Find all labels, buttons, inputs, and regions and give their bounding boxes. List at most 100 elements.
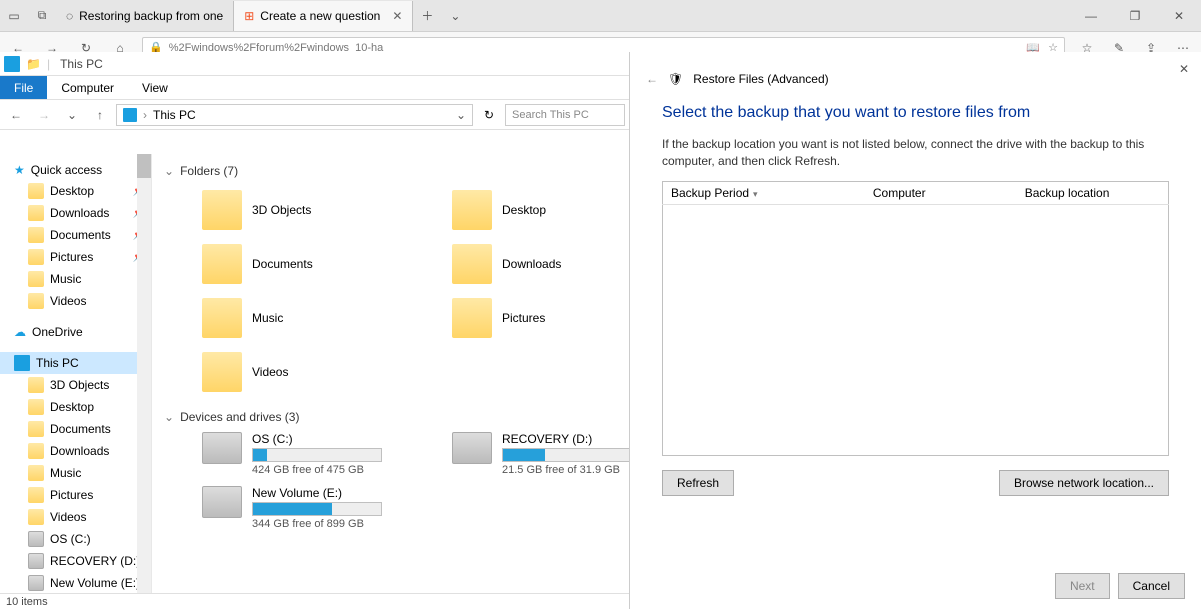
tab-preview-icon[interactable]: ▭ (0, 2, 28, 30)
folder-icon (28, 249, 44, 265)
folder-icon (28, 487, 44, 503)
ribbon-view-tab[interactable]: View (128, 76, 182, 99)
nav-folder-item[interactable]: Videos (0, 506, 151, 528)
folder-icon (202, 244, 242, 284)
close-tab-icon[interactable]: ✕ (392, 9, 402, 23)
dropdown-icon[interactable]: ▾ (753, 189, 758, 199)
capacity-bar (252, 502, 382, 516)
col-backup-location: Backup location (1017, 181, 1169, 204)
star-icon: ★ (14, 163, 25, 177)
nav-quick-item[interactable]: Music (0, 268, 151, 290)
nav-quick-item[interactable]: Documents📌 (0, 224, 151, 246)
refresh-icon[interactable]: ↻ (477, 108, 501, 122)
nav-recent-icon[interactable]: ⌄ (60, 108, 84, 122)
nav-quick-item[interactable]: Desktop📌 (0, 180, 151, 202)
folder-icon (28, 183, 44, 199)
dialog-close-icon[interactable]: ✕ (1179, 62, 1189, 76)
this-pc-icon (4, 56, 20, 72)
window-close-button[interactable]: ✕ (1157, 2, 1201, 30)
ribbon-file-tab[interactable]: File (0, 76, 47, 99)
breadcrumb-dropdown-icon[interactable]: ⌄ (456, 108, 466, 122)
folder-icon (28, 509, 44, 525)
nav-drive-item[interactable]: RECOVERY (D:) (0, 550, 151, 572)
nav-back-icon[interactable]: ← (4, 108, 28, 122)
tab-grid-icon[interactable]: ⧉ (28, 2, 56, 30)
folder-item[interactable]: Downloads (452, 240, 629, 288)
dialog-title: Restore Files (Advanced) (693, 72, 828, 86)
tab-menu-button[interactable]: ⌄ (441, 2, 469, 30)
content-pane: ⌄ Folders (7) 3D ObjectsDesktopDocuments… (152, 154, 629, 593)
folder-icon (202, 298, 242, 338)
drive-item[interactable]: OS (C:)424 GB free of 475 GB (202, 432, 442, 476)
folder-icon (28, 293, 44, 309)
drive-icon (28, 575, 44, 591)
folders-section-header[interactable]: ⌄ Folders (7) (152, 160, 629, 182)
folder-item[interactable]: Documents (202, 240, 442, 288)
folder-icon (28, 465, 44, 481)
drive-icon (202, 486, 242, 518)
drive-icon (452, 432, 492, 464)
drive-icon (28, 531, 44, 547)
window-minimize-button[interactable]: — (1069, 2, 1113, 30)
window-restore-button[interactable]: ❐ (1113, 2, 1157, 30)
nav-folder-item[interactable]: 3D Objects (0, 374, 151, 396)
nav-folder-item[interactable]: Pictures (0, 484, 151, 506)
window-title: This PC (60, 57, 103, 71)
browse-network-button[interactable]: Browse network location... (999, 470, 1169, 496)
nav-folder-item[interactable]: Desktop (0, 396, 151, 418)
nav-folder-item[interactable]: Music (0, 462, 151, 484)
qat-folder-icon[interactable]: 📁 (26, 57, 41, 71)
nav-folder-item[interactable]: Documents (0, 418, 151, 440)
nav-drive-item[interactable]: OS (C:) (0, 528, 151, 550)
folder-item[interactable]: 3D Objects (202, 186, 442, 234)
folder-icon (28, 227, 44, 243)
browser-tab[interactable]: ⊞ Create a new question ✕ (234, 1, 413, 31)
tab-title: Restoring backup from one (79, 9, 223, 23)
drive-item[interactable]: RECOVERY (D:)21.5 GB free of 31.9 GB (452, 432, 629, 476)
nav-drive-item[interactable]: New Volume (E:) (0, 572, 151, 593)
explorer-address-row: ← → ⌄ ↑ › This PC ⌄ ↻ Search This PC (0, 100, 629, 130)
folder-item[interactable]: Videos (202, 348, 442, 396)
explorer-ribbon: File Computer View (0, 76, 629, 100)
drive-item[interactable]: New Volume (E:)344 GB free of 899 GB (202, 486, 442, 530)
nav-forward-icon[interactable]: → (32, 108, 56, 122)
restore-files-dialog: ✕ ← 🛡 Restore Files (Advanced) Select th… (629, 52, 1201, 609)
folder-item[interactable]: Desktop (452, 186, 629, 234)
navigation-pane: ★ Quick access Desktop📌Downloads📌Documen… (0, 154, 152, 593)
next-button: Next (1055, 573, 1110, 599)
folder-icon (28, 421, 44, 437)
backup-table[interactable]: Backup Period▾ Computer Backup location (662, 181, 1169, 456)
explorer-status-bar: 10 items (0, 593, 629, 609)
nav-this-pc[interactable]: This PC (0, 352, 151, 374)
browser-tab-strip: ▭ ⧉ ◌ Restoring backup from one ⊞ Create… (0, 0, 1201, 32)
folder-item[interactable]: Music (202, 294, 442, 342)
col-computer: Computer (865, 181, 1017, 204)
nav-scrollbar[interactable] (137, 154, 151, 593)
nav-quick-item[interactable]: Videos (0, 290, 151, 312)
devices-section-header[interactable]: ⌄ Devices and drives (3) (152, 406, 629, 428)
nav-quick-access[interactable]: ★ Quick access (0, 160, 151, 180)
chevron-down-icon: ⌄ (164, 410, 174, 424)
folder-icon (28, 271, 44, 287)
explorer-title-bar: 📁 | This PC (0, 52, 629, 76)
dialog-back-icon[interactable]: ← (646, 72, 658, 86)
nav-quick-item[interactable]: Pictures📌 (0, 246, 151, 268)
nav-folder-item[interactable]: Downloads (0, 440, 151, 462)
breadcrumb[interactable]: › This PC ⌄ (116, 104, 473, 126)
folder-icon (202, 190, 242, 230)
qat-divider: | (47, 57, 50, 71)
nav-up-icon[interactable]: ↑ (88, 108, 112, 122)
ribbon-computer-tab[interactable]: Computer (47, 76, 128, 99)
folder-icon (28, 205, 44, 221)
cancel-button[interactable]: Cancel (1118, 573, 1185, 599)
refresh-button[interactable]: Refresh (662, 470, 734, 496)
folder-item[interactable]: Pictures (452, 294, 629, 342)
new-tab-button[interactable]: ＋ (413, 2, 441, 30)
drive-icon (28, 553, 44, 569)
explorer-search-input[interactable]: Search This PC (505, 104, 625, 126)
nav-quick-item[interactable]: Downloads📌 (0, 202, 151, 224)
nav-onedrive[interactable]: ☁ OneDrive (0, 322, 151, 342)
browser-tab[interactable]: ◌ Restoring backup from one (56, 1, 234, 31)
breadcrumb-item[interactable]: This PC (153, 108, 196, 122)
restore-icon: 🛡 (668, 72, 683, 86)
